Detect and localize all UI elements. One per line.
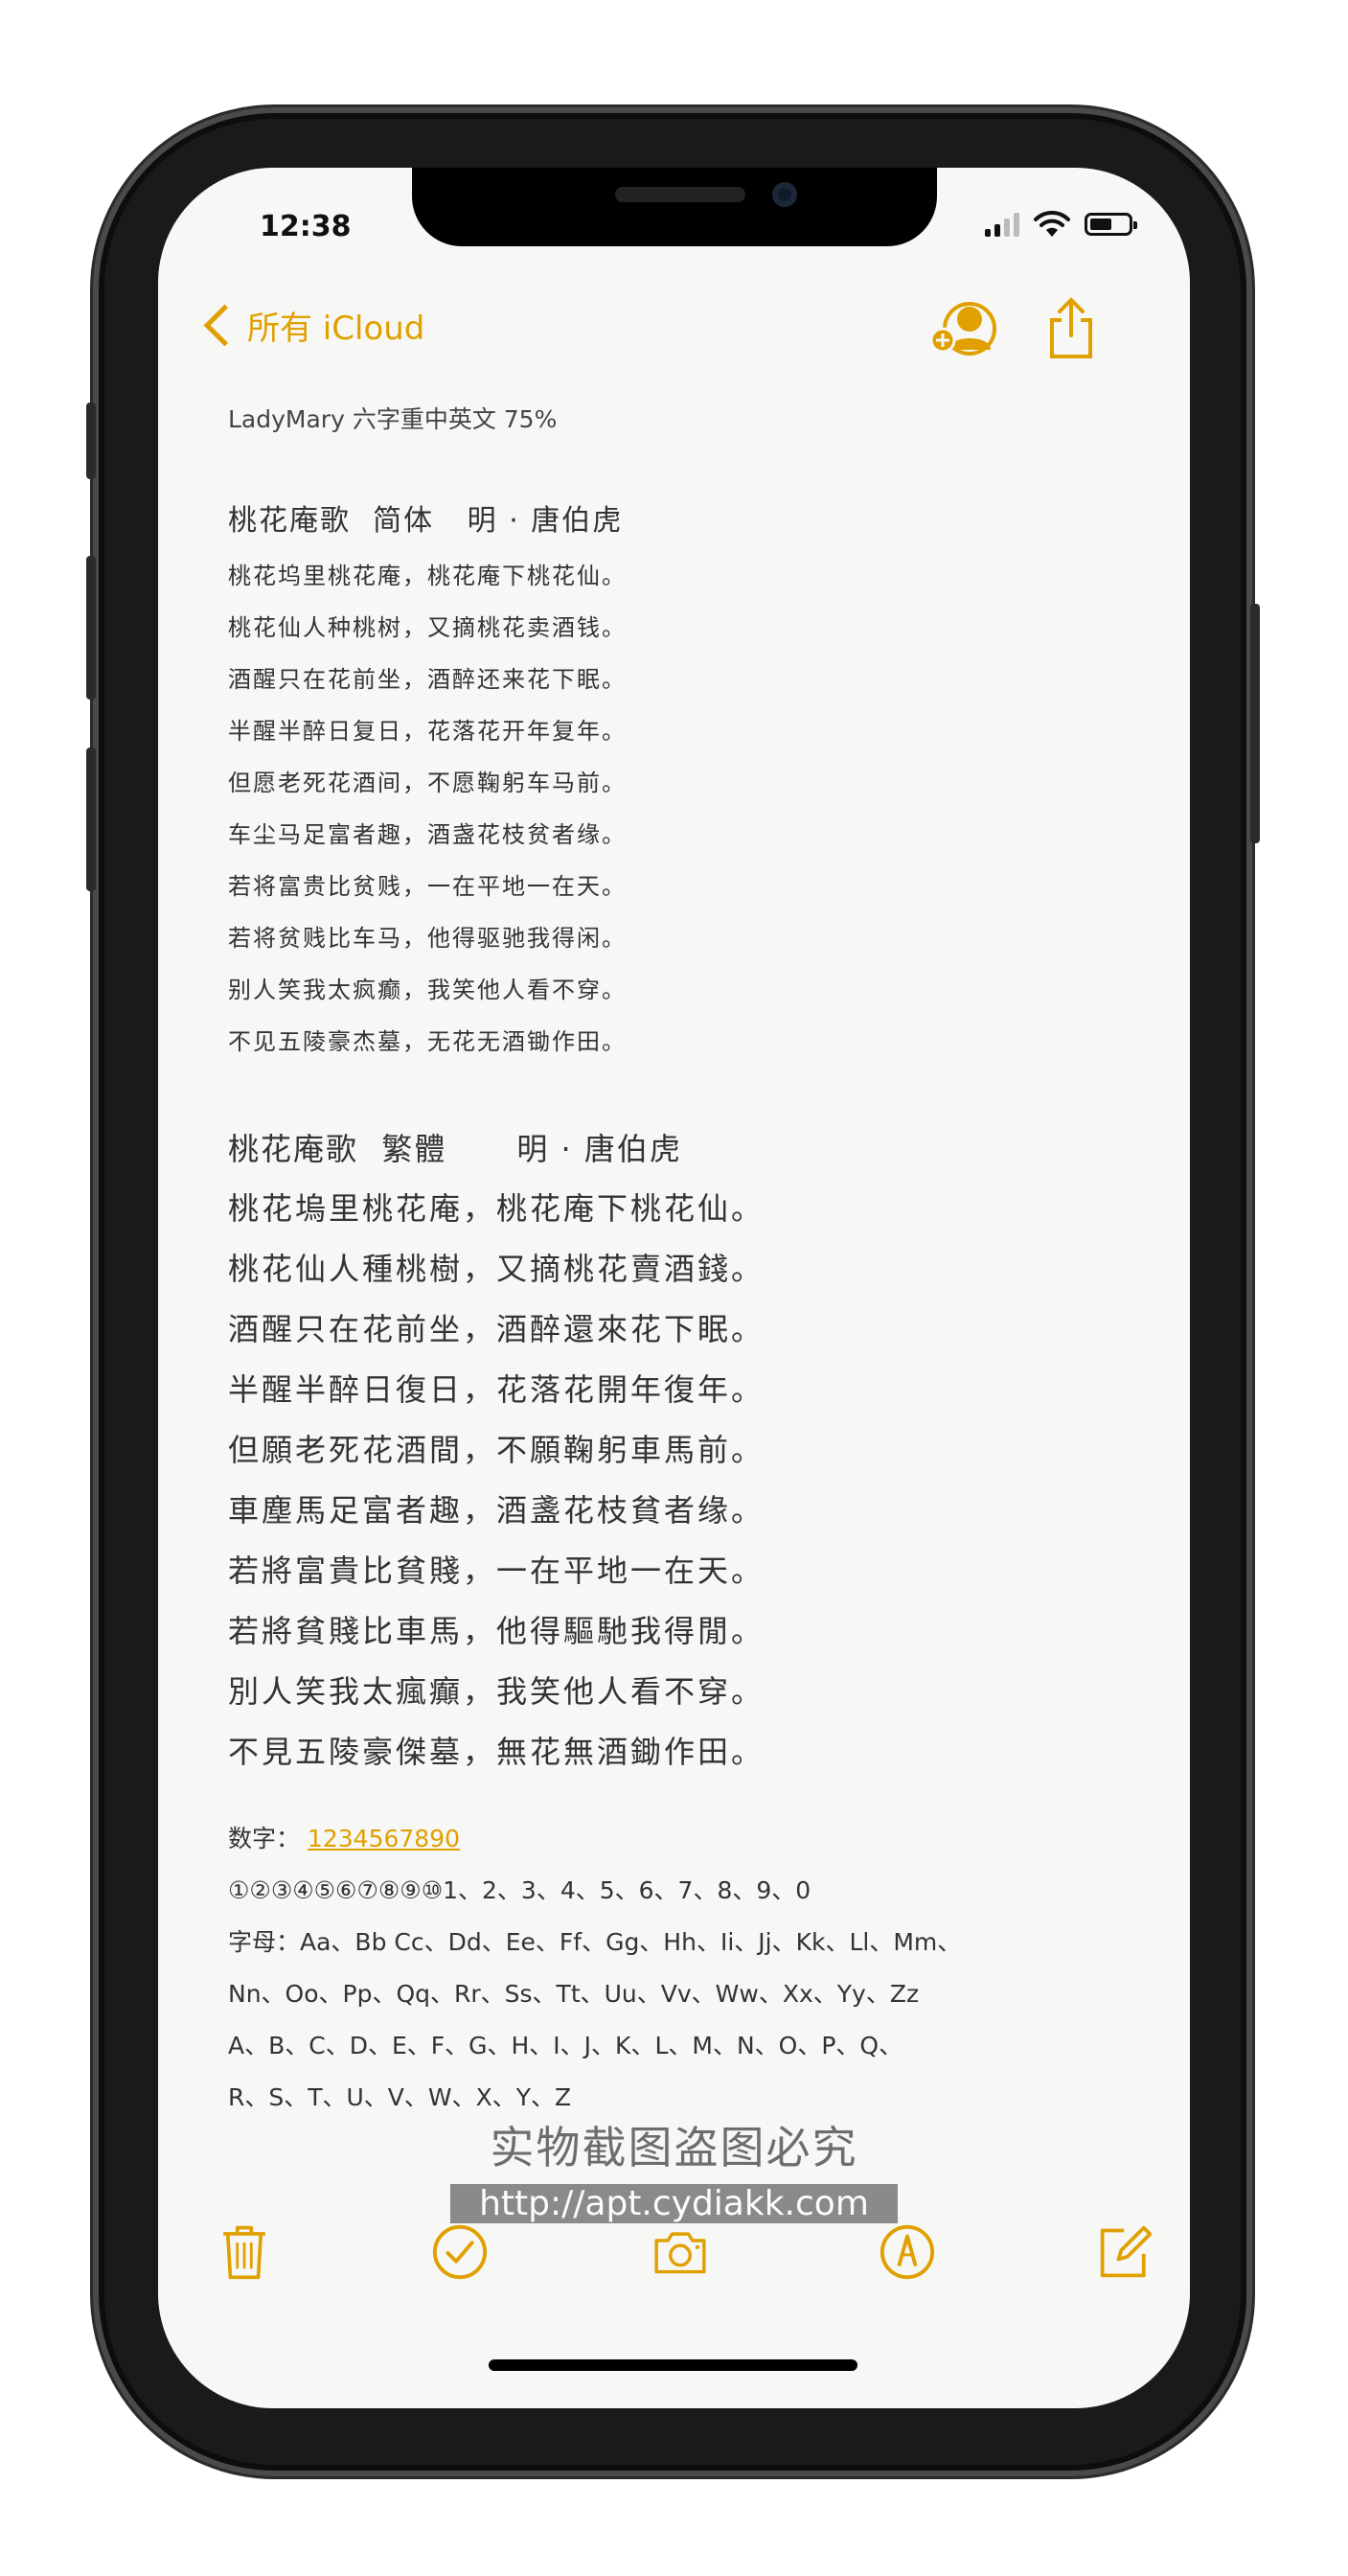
notch [412,168,937,246]
poem-line: 酒醒只在花前坐，酒醉還來花下眠。 [228,1311,765,1347]
person-plus-icon[interactable] [929,300,1002,357]
share-icon[interactable] [1044,297,1098,360]
poem-line: 別人笑我太瘋癲，我笑他人看不穿。 [228,1673,765,1710]
phone-silent-switch [86,402,96,479]
phone-power-button [1250,604,1260,843]
battery-icon [1085,213,1137,236]
poem-line: 桃花仙人种桃树，又摘桃花卖酒钱。 [228,614,627,641]
camera-icon[interactable] [651,2223,709,2281]
poem-line: 车尘马足富者趣，酒盏花枝贫者缘。 [228,821,627,848]
checkmark-circle-icon[interactable] [431,2223,489,2281]
letters-line: 字母：Aa、Bb Cc、Dd、Ee、Ff、Gg、Hh、Ii、Jj、Kk、Ll、M… [228,1928,962,1956]
poem-title-simplified: 桃花庵歌 简体 明 · 唐伯虎 [228,504,624,538]
chevron-left-icon [203,304,246,347]
letters-line: A、B、C、D、E、F、G、H、I、J、K、L、M、N、O、P、Q、 [228,2032,903,2059]
status-indicators [985,210,1137,239]
poem-line: 不见五陵豪杰墓，无花无酒锄作田。 [228,1028,627,1055]
poem-line: 若將貧賤比車馬，他得驅馳我得閒。 [228,1613,765,1649]
poem-line: 酒醒只在花前坐，酒醉还来花下眠。 [228,666,627,693]
poem-line: 若将贫贱比车马，他得驱驰我得闲。 [228,925,627,952]
back-button[interactable]: 所有 iCloud [196,302,424,349]
phone-volume-down [86,748,96,891]
front-camera [772,182,797,207]
watermark-text: 实物截图盗图必究 [490,2122,858,2174]
poem-line: 不見五陵豪傑墓，無花無酒鋤作田。 [228,1734,765,1770]
watermark-url: http://apt.cydiakk.com [450,2184,898,2223]
poem-line: 半醒半醉日复日，花落花开年复年。 [228,718,627,745]
poem-line: 半醒半醉日復日，花落花開年復年。 [228,1371,765,1408]
poem-line: 但願老死花酒間，不願鞠躬車馬前。 [228,1432,765,1468]
note-body[interactable]: LadyMary 六字重中英文 75% 桃花庵歌 简体 明 · 唐伯虎 桃花坞里… [228,401,1148,2124]
poem-line: 桃花塢里桃花庵，桃花庵下桃花仙。 [228,1190,765,1227]
compose-icon[interactable] [1097,2223,1154,2281]
poem-line: 若將富貴比貧賤，一在平地一在天。 [228,1552,765,1589]
poem-line: 桃花坞里桃花庵，桃花庵下桃花仙。 [228,563,627,589]
status-time: 12:38 [260,210,352,243]
poem-title-traditional: 桃花庵歌 繁體 明 · 唐伯虎 [228,1131,682,1167]
trash-icon[interactable] [216,2223,273,2281]
phone-number-link[interactable]: 1234567890 [308,1825,460,1852]
cellular-signal-icon [985,212,1019,237]
note-meta-line: LadyMary 六字重中英文 75% [228,405,558,433]
letters-line: Nn、Oo、Pp、Qq、Rr、Ss、Tt、Uu、Vv、Ww、Xx、Yy、Zz [228,1980,920,2008]
poem-line: 若将富贵比贫贱，一在平地一在天。 [228,873,627,900]
earpiece-speaker [615,187,745,202]
wifi-icon [1034,210,1070,237]
poem-line: 别人笑我太疯癫，我笑他人看不穿。 [228,977,627,1003]
poem-line: 桃花仙人種桃樹，又摘桃花賣酒錢。 [228,1251,765,1287]
circled-numbers-line: ①②③④⑤⑥⑦⑧⑨⑩1、2、3、4、5、6、7、8、9、0 [228,1876,811,1904]
phone-volume-up [86,556,96,700]
poem-line: 但愿老死花酒间，不愿鞠躬车马前。 [228,770,627,796]
poem-line: 車塵馬足富者趣，酒盞花枝貧者缘。 [228,1492,765,1529]
screen: 12:38 所有 iCloud LadyMary 六字重中英文 75% 桃花庵歌… [158,168,1190,2408]
numbers-row: 数字： 1234567890 [228,1813,1148,1865]
home-indicator[interactable] [489,2359,857,2371]
back-label: 所有 iCloud [247,310,425,348]
watermark: 实物截图盗图必究 http://apt.cydiakk.com [0,2113,1348,2223]
pen-circle-icon[interactable] [879,2223,936,2281]
numbers-label: 数字： [228,1825,301,1852]
